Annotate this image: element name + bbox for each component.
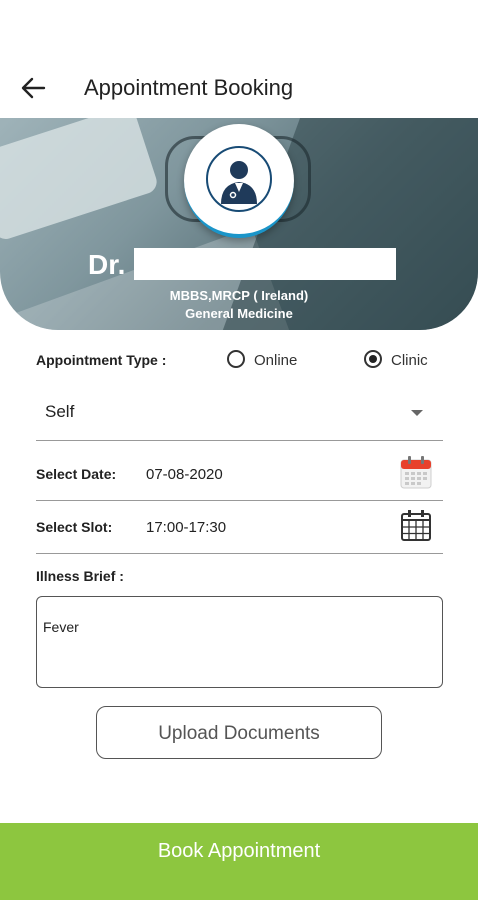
doctor-specialty: General Medicine bbox=[185, 306, 293, 321]
illness-brief-value: Fever bbox=[43, 619, 79, 635]
back-button[interactable] bbox=[18, 74, 50, 102]
calendar-button[interactable] bbox=[399, 454, 433, 490]
slot-picker-button[interactable] bbox=[399, 507, 433, 543]
radio-online-label[interactable]: Online bbox=[254, 352, 297, 369]
upload-documents-button[interactable]: Upload Documents bbox=[96, 706, 382, 759]
radio-online[interactable] bbox=[227, 350, 245, 368]
doctor-prefix: Dr. bbox=[88, 249, 126, 280]
arrow-left-icon bbox=[21, 77, 46, 99]
banner-phone-image bbox=[0, 118, 160, 243]
select-slot-row[interactable]: Select Slot: 17:00-17:30 bbox=[36, 503, 443, 554]
calendar-grid-icon bbox=[401, 510, 431, 541]
select-date-value: 07-08-2020 bbox=[146, 466, 223, 483]
select-slot-label: Select Slot: bbox=[36, 519, 113, 535]
calendar-icon bbox=[400, 456, 432, 489]
appointment-type-label: Appointment Type : bbox=[36, 352, 167, 368]
patient-select[interactable]: Self bbox=[36, 390, 443, 441]
app-bar: Appointment Booking bbox=[0, 0, 478, 118]
doctor-qualifications: MBBS,MRCP ( Ireland) bbox=[169, 288, 309, 303]
book-appointment-button[interactable]: Book Appointment bbox=[0, 823, 478, 900]
dropdown-arrow-icon bbox=[411, 410, 423, 416]
illness-brief-label: Illness Brief : bbox=[36, 568, 124, 584]
doctor-avatar-icon bbox=[206, 146, 272, 212]
select-slot-value: 17:00-17:30 bbox=[146, 519, 227, 536]
radio-clinic[interactable] bbox=[364, 350, 382, 368]
select-date-row[interactable]: Select Date: 07-08-2020 bbox=[36, 450, 443, 501]
patient-select-value: Self bbox=[45, 402, 75, 421]
radio-clinic-label[interactable]: Clinic bbox=[391, 352, 428, 369]
illness-brief-textarea[interactable]: Fever bbox=[36, 596, 443, 688]
select-date-label: Select Date: bbox=[36, 466, 117, 482]
radio-selected-dot bbox=[369, 355, 377, 363]
doctor-avatar bbox=[184, 124, 294, 238]
doctor-name-redacted bbox=[134, 248, 396, 280]
page-title: Appointment Booking bbox=[84, 75, 294, 100]
